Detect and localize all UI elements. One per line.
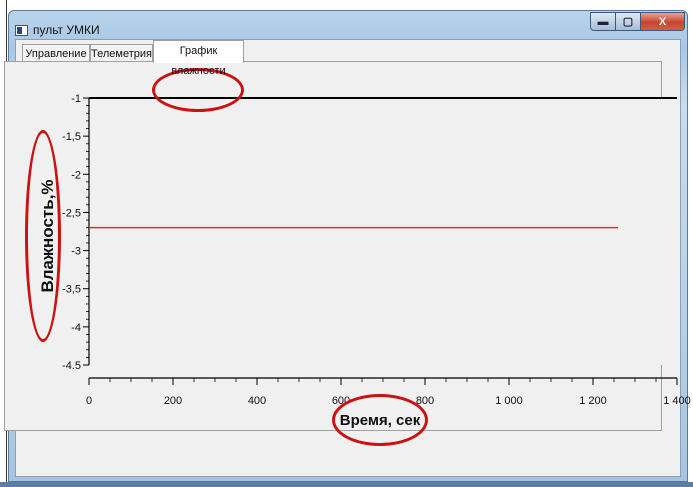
xlabel-highlight-annotation [332, 394, 428, 446]
x-tick-label: 200 [164, 395, 182, 407]
ylabel-highlight-annotation [25, 130, 61, 342]
plot-area [89, 98, 677, 365]
x-tick-label: 1 400 [663, 395, 691, 407]
y-tick-label: -3,5 [62, 284, 81, 296]
x-tick-label: 0 [86, 395, 92, 407]
y-tick-label: -3 [71, 246, 81, 258]
x-tick-label: 1 200 [579, 395, 607, 407]
x-tick-label: 1 000 [495, 395, 523, 407]
taskbar-strip [0, 482, 693, 487]
y-tick-label: -2 [71, 169, 81, 181]
y-tick-label: -1 [71, 93, 81, 105]
y-tick-label: -2,5 [62, 207, 81, 219]
y-tick-label: -1,5 [62, 131, 81, 143]
y-tick-label: -4.5 [62, 360, 81, 372]
tab-humidity-graph[interactable]: График влажности [153, 40, 244, 77]
x-tick-label: 400 [248, 395, 266, 407]
y-tick-label: -4 [71, 322, 81, 334]
